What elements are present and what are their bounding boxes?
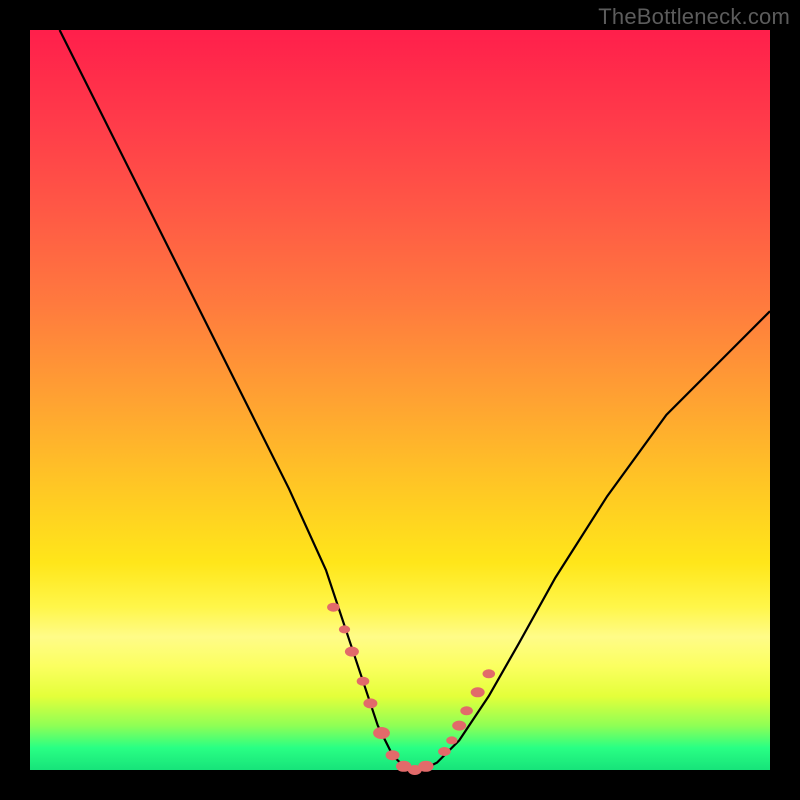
valley-dot	[345, 647, 359, 657]
valley-dot	[327, 603, 340, 612]
valley-dot	[460, 706, 473, 715]
watermark-text: TheBottleneck.com	[598, 4, 790, 30]
bottleneck-curve	[60, 30, 770, 770]
curve-svg	[30, 30, 770, 770]
valley-dot	[471, 687, 485, 697]
valley-dot	[373, 727, 390, 739]
valley-dot	[418, 761, 433, 772]
valley-dot	[446, 736, 457, 744]
valley-dots-group	[327, 603, 495, 775]
valley-dot	[438, 747, 451, 756]
valley-dot	[483, 669, 496, 678]
plot-area	[30, 30, 770, 770]
valley-dot	[452, 721, 466, 731]
valley-dot	[386, 750, 400, 760]
chart-frame: TheBottleneck.com	[0, 0, 800, 800]
valley-dot	[363, 698, 377, 708]
valley-dot	[339, 625, 350, 633]
valley-dot	[357, 677, 370, 686]
